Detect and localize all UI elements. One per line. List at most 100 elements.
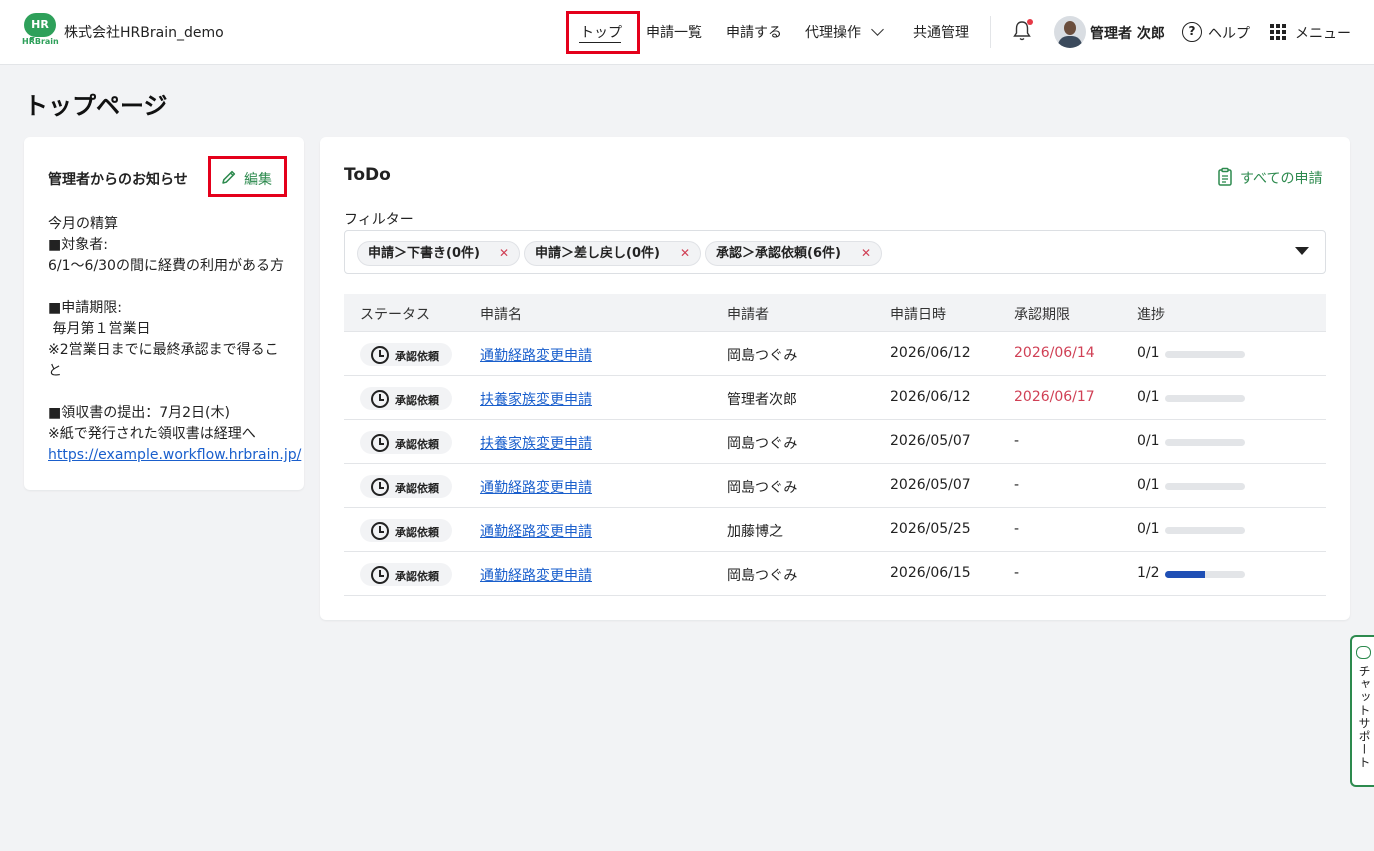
user-avatar[interactable] [1054,16,1086,48]
chat-support-label: チャットサポート [1357,665,1371,769]
notification-dot [1027,19,1033,25]
table-row[interactable]: 承認依頼 通勤経路変更申請 岡島つぐみ 2026/06/15 - 1/2 [344,552,1326,596]
table-row[interactable]: 承認依頼 扶養家族変更申請 管理者次郎 2026/06/12 2026/06/1… [344,376,1326,420]
application-date: 2026/05/07 [890,433,971,449]
notice-line: ※紙で発行された領収書は経理へ [48,426,256,442]
table-row[interactable]: 承認依頼 通勤経路変更申請 岡島つぐみ 2026/06/12 2026/06/1… [344,332,1326,376]
application-name-link[interactable]: 通勤経路変更申請 [480,565,592,585]
remove-filter-icon[interactable]: ✕ [680,242,690,265]
clock-icon [371,346,389,364]
notice-link[interactable]: https://example.workflow.hrbrain.jp/ [48,447,301,463]
filter-chip-label: 申請＞差し戻し(0件) [535,246,660,261]
filter-chip-label: 承認＞承認依頼(6件) [716,246,841,261]
logo-wordmark: HRBrain [22,37,59,46]
notice-line: ■申請期限: [48,300,122,316]
approval-deadline: - [1014,477,1020,493]
application-date: 2026/06/12 [890,345,971,361]
clock-icon [371,522,389,540]
status-label: 承認依頼 [395,350,439,363]
status-label: 承認依頼 [395,526,439,539]
progress-text: 0/1 [1137,389,1160,405]
application-name-link[interactable]: 扶養家族変更申請 [480,389,592,409]
progress-bar [1165,395,1245,402]
progress-bar [1165,483,1245,490]
notice-body: 今月の精算 ■対象者: 6/1〜6/30の間に経費の利用がある方 ■申請期限: … [48,214,301,466]
remove-filter-icon[interactable]: ✕ [861,242,871,265]
notice-title: 管理者からのお知らせ [48,172,188,188]
applicant-name: 岡島つぐみ [727,480,798,496]
help-link[interactable]: ヘルプ [1208,23,1250,43]
status-label: 承認依頼 [395,394,439,407]
status-label: 承認依頼 [395,438,439,451]
applicant-name: 管理者次郎 [727,392,797,408]
dropdown-arrow-icon[interactable] [1295,247,1309,255]
filter-chip[interactable]: 承認＞承認依頼(6件) ✕ [705,241,882,266]
applicant-name: 岡島つぐみ [727,348,798,364]
grid-menu-icon[interactable] [1270,24,1286,40]
status-badge: 承認依頼 [360,519,452,542]
edit-label: 編集 [244,172,272,188]
progress-bar [1165,351,1245,358]
page-title: トップページ [24,92,168,120]
application-date: 2026/05/07 [890,477,971,493]
avatar-body [1058,36,1082,48]
application-name-link[interactable]: 通勤経路変更申請 [480,345,592,365]
progress-text: 0/1 [1137,345,1160,361]
progress-text: 0/1 [1137,521,1160,537]
logo-bubble: HR [24,13,56,42]
approval-deadline: - [1014,433,1020,449]
progress-text: 0/1 [1137,477,1160,493]
menu-button[interactable]: メニュー [1295,23,1351,43]
nav-top[interactable]: トップ [580,22,622,42]
hrbrain-logo[interactable]: HR HRBrain [22,13,59,47]
top-header: HR HRBrain 株式会社HRBrain_demo トップ 申請一覧 申請す… [0,0,1374,65]
filter-chip[interactable]: 申請＞下書き(0件) ✕ [357,241,520,266]
user-name[interactable]: 管理者 次郎 [1090,23,1165,43]
column-header: 申請日時 [890,307,946,323]
column-header: 申請者 [727,307,769,323]
all-applications-label: すべての申請 [1240,171,1323,187]
application-date: 2026/05/25 [890,521,971,537]
notice-line: ■対象者: [48,237,108,253]
clock-icon [371,390,389,408]
applicant-name: 岡島つぐみ [727,436,798,452]
clock-icon [371,478,389,496]
nav-proxy-operation[interactable]: 代理操作 [805,22,884,42]
nav-proxy-label: 代理操作 [805,25,861,41]
todo-title: ToDo [344,165,391,185]
progress-bar [1165,571,1245,578]
progress-bar [1165,527,1245,534]
progress-text: 1/2 [1137,565,1160,581]
notice-line: ■領収書の提出：7月2日(木) [48,405,230,421]
chat-bubble-icon [1356,646,1371,659]
column-header: ステータス [360,307,430,323]
filter-select[interactable]: 申請＞下書き(0件) ✕ 申請＞差し戻し(0件) ✕ 承認＞承認依頼(6件) ✕ [344,230,1326,274]
nav-apply[interactable]: 申請する [726,22,782,42]
application-name-link[interactable]: 扶養家族変更申請 [480,433,592,453]
table-row[interactable]: 承認依頼 通勤経路変更申請 加藤博之 2026/05/25 - 0/1 [344,508,1326,552]
status-badge: 承認依頼 [360,431,452,454]
application-date: 2026/06/15 [890,565,971,581]
remove-filter-icon[interactable]: ✕ [499,242,509,265]
todo-card: ToDo すべての申請 フィルター 申請＞下書き(0件) ✕ 申請＞差し戻し(0… [320,137,1350,620]
table-row[interactable]: 承認依頼 通勤経路変更申請 岡島つぐみ 2026/05/07 - 0/1 [344,464,1326,508]
progress-text: 0/1 [1137,433,1160,449]
table-row[interactable]: 承認依頼 扶養家族変更申請 岡島つぐみ 2026/05/07 - 0/1 [344,420,1326,464]
filter-chip[interactable]: 申請＞差し戻し(0件) ✕ [524,241,701,266]
company-name: 株式会社HRBrain_demo [64,25,224,41]
approval-deadline: 2026/06/17 [1014,389,1095,405]
admin-notice-card: 管理者からのお知らせ 編集 今月の精算 ■対象者: 6/1〜6/30の間に経費の… [24,137,304,490]
help-icon[interactable]: ? [1182,22,1202,42]
application-name-link[interactable]: 通勤経路変更申請 [480,477,592,497]
column-header: 申請名 [480,307,522,323]
nav-active-underline [579,42,621,43]
status-label: 承認依頼 [395,570,439,583]
chevron-down-icon [871,23,884,36]
nav-common-management[interactable]: 共通管理 [913,22,969,42]
application-name-link[interactable]: 通勤経路変更申請 [480,521,592,541]
chat-support-tab[interactable]: チャットサポート [1350,635,1374,787]
nav-application-list[interactable]: 申請一覧 [646,22,702,42]
column-header: 承認期限 [1014,307,1070,323]
pencil-icon [222,170,236,184]
applicant-name: 岡島つぐみ [727,568,798,584]
